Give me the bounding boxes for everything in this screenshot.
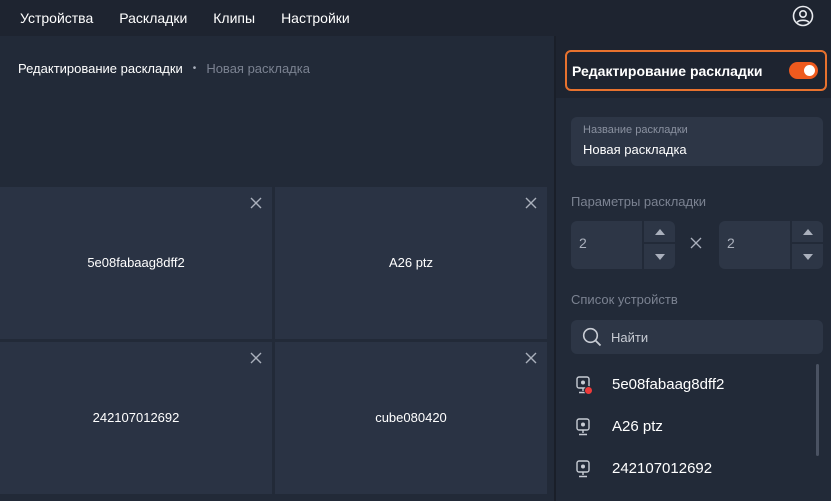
- breadcrumb-separator: •: [192, 63, 197, 74]
- cols-decrement-button[interactable]: [792, 245, 823, 268]
- close-icon[interactable]: [249, 196, 263, 210]
- breadcrumb-current: Редактирование раскладки: [18, 61, 183, 76]
- layout-cell[interactable]: A26 ptz: [275, 187, 547, 339]
- cell-device-label: A26 ptz: [388, 255, 434, 270]
- nav-item-layouts[interactable]: Раскладки: [119, 10, 187, 26]
- edit-layout-toggle[interactable]: Редактирование раскладки: [565, 50, 827, 91]
- chevron-down-icon: [802, 253, 813, 260]
- layout-name-field[interactable]: Название раскладки Новая раскладка: [571, 117, 823, 166]
- alert-badge: [584, 386, 593, 395]
- layout-editor-area: Редактирование раскладки • Новая расклад…: [0, 36, 554, 501]
- list-item[interactable]: 5e08fabaag8dff2: [571, 370, 811, 400]
- nav-item-clips[interactable]: Клипы: [213, 10, 255, 26]
- layout-cell[interactable]: 242107012692: [0, 342, 272, 494]
- search-input[interactable]: [611, 320, 811, 354]
- main-nav: Устройства Раскладки Клипы Настройки: [20, 10, 376, 26]
- breadcrumb-layout-name: Новая раскладка: [206, 61, 310, 76]
- rows-increment-button[interactable]: [644, 221, 675, 244]
- toggle-switch[interactable]: [789, 62, 818, 79]
- rows-stepper-buttons: [642, 221, 675, 269]
- cols-value[interactable]: 2: [727, 235, 735, 251]
- cell-device-label: cube080420: [375, 410, 447, 425]
- cell-device-label: 242107012692: [92, 410, 180, 425]
- toggle-switch-knob: [804, 65, 815, 76]
- device-label: 242107012692: [612, 460, 713, 477]
- rows-decrement-button[interactable]: [644, 245, 675, 268]
- top-navigation-bar: Устройства Раскладки Клипы Настройки: [0, 0, 831, 36]
- layout-params-title: Параметры раскладки: [571, 194, 707, 209]
- cols-stepper[interactable]: 2: [719, 221, 823, 269]
- device-label: A26 ptz: [612, 418, 663, 435]
- cols-increment-button[interactable]: [792, 221, 823, 244]
- chevron-up-icon: [654, 228, 665, 235]
- layout-settings-panel: Редактирование раскладки Название раскла…: [556, 36, 831, 501]
- cols-stepper-buttons: [790, 221, 823, 269]
- breadcrumb: Редактирование раскладки • Новая расклад…: [18, 61, 310, 76]
- device-search[interactable]: [571, 320, 823, 354]
- list-item[interactable]: A26 ptz: [571, 412, 811, 442]
- device-list-title: Список устройств: [571, 292, 678, 307]
- cell-device-label: 5e08fabaag8dff2: [87, 255, 185, 270]
- layout-cell[interactable]: 5e08fabaag8dff2: [0, 187, 272, 339]
- nav-item-settings[interactable]: Настройки: [281, 10, 350, 26]
- list-item[interactable]: 242107012692: [571, 454, 811, 484]
- close-icon[interactable]: [524, 196, 538, 210]
- nav-item-devices[interactable]: Устройства: [20, 10, 93, 26]
- chevron-up-icon: [802, 228, 813, 235]
- rows-stepper[interactable]: 2: [571, 221, 675, 269]
- device-label: 5e08fabaag8dff2: [612, 376, 725, 393]
- layout-name-value[interactable]: Новая раскладка: [583, 142, 687, 157]
- close-icon[interactable]: [249, 351, 263, 365]
- edit-layout-toggle-label: Редактирование раскладки: [572, 62, 763, 79]
- times-icon: [690, 237, 702, 249]
- chevron-down-icon: [654, 253, 665, 260]
- search-icon: [582, 327, 602, 347]
- close-icon[interactable]: [524, 351, 538, 365]
- layout-cell[interactable]: cube080420: [275, 342, 547, 494]
- layout-name-label: Название раскладки: [583, 124, 688, 136]
- device-list-scrollbar[interactable]: [816, 364, 819, 456]
- rows-value[interactable]: 2: [579, 235, 587, 251]
- camera-icon: [576, 418, 590, 436]
- panel-header: Редактирование раскладки: [556, 36, 831, 98]
- user-circle-icon[interactable]: [792, 5, 814, 27]
- camera-icon: [576, 460, 590, 478]
- layout-grid: 5e08fabaag8dff2 A26 ptz 242107012692 cub…: [0, 187, 548, 501]
